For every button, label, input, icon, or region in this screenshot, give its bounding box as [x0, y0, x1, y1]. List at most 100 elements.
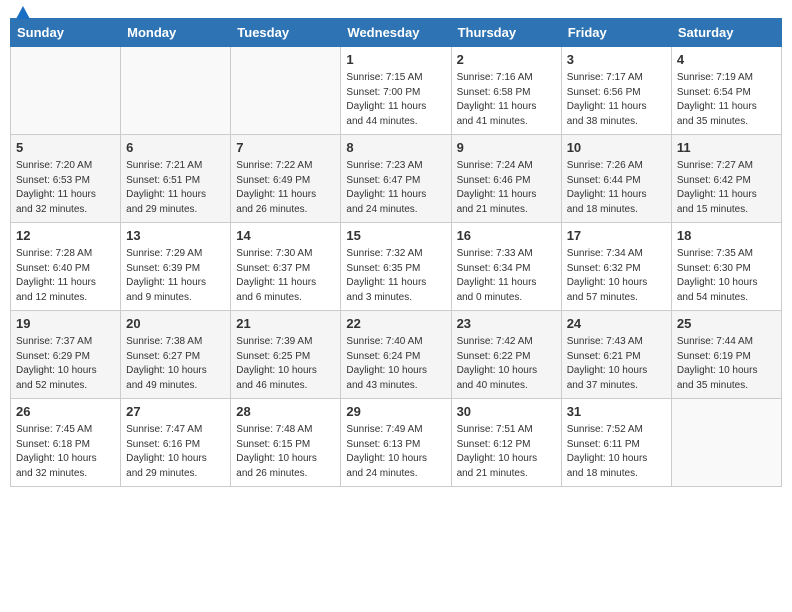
day-info: Sunrise: 7:16 AM Sunset: 6:58 PM Dayligh…: [457, 71, 556, 129]
day-info: Sunrise: 7:35 AM Sunset: 6:30 PM Dayligh…: [677, 247, 776, 305]
calendar-cell: 14 Sunrise: 7:30 AM Sunset: 6:37 PM Dayli…: [231, 223, 341, 311]
day-number: 18: [677, 227, 776, 245]
calendar-cell: 24 Sunrise: 7:43 AM Sunset: 6:21 PM Dayli…: [561, 311, 671, 399]
day-number: 10: [567, 139, 666, 157]
day-info: Sunrise: 7:15 AM Sunset: 7:00 PM Dayligh…: [346, 71, 445, 129]
day-number: 7: [236, 139, 335, 157]
calendar-cell: 16 Sunrise: 7:33 AM Sunset: 6:34 PM Dayli…: [451, 223, 561, 311]
calendar-cell: 3 Sunrise: 7:17 AM Sunset: 6:56 PM Daylig…: [561, 47, 671, 135]
day-info: Sunrise: 7:19 AM Sunset: 6:54 PM Dayligh…: [677, 71, 776, 129]
day-info: Sunrise: 7:40 AM Sunset: 6:24 PM Dayligh…: [346, 335, 445, 393]
day-info: Sunrise: 7:23 AM Sunset: 6:47 PM Dayligh…: [346, 159, 445, 217]
day-info: Sunrise: 7:49 AM Sunset: 6:13 PM Dayligh…: [346, 423, 445, 481]
calendar-cell: 20Sunrise: 7:38 AM Sunset: 6:27 PM Dayli…: [121, 311, 231, 399]
day-info: Sunrise: 7:45 AM Sunset: 6:18 PM Dayligh…: [16, 423, 115, 481]
day-info: Sunrise: 7:30 AM Sunset: 6:37 PM Dayligh…: [236, 247, 335, 305]
calendar-cell: 4Sunrise: 7:19 AM Sunset: 6:54 PM Daylig…: [671, 47, 781, 135]
day-number: 3: [567, 51, 666, 69]
day-info: Sunrise: 7:22 AM Sunset: 6:49 PM Dayligh…: [236, 159, 335, 217]
day-info: Sunrise: 7:43 AM Sunset: 6:21 PM Dayligh…: [567, 335, 666, 393]
day-info: Sunrise: 7:47 AM Sunset: 6:16 PM Dayligh…: [126, 423, 225, 481]
calendar-cell: 6 Sunrise: 7:21 AM Sunset: 6:51 PM Daylig…: [121, 135, 231, 223]
day-info: Sunrise: 7:32 AM Sunset: 6:35 PM Dayligh…: [346, 247, 445, 305]
day-info: Sunrise: 7:26 AM Sunset: 6:44 PM Dayligh…: [567, 159, 666, 217]
week-row-4: 19 Sunrise: 7:37 AM Sunset: 6:29 PM Dayli…: [11, 311, 782, 399]
calendar-cell: [671, 399, 781, 487]
col-header-friday: Friday: [561, 19, 671, 47]
calendar-cell: 28 Sunrise: 7:48 AM Sunset: 6:15 PM Dayli…: [231, 399, 341, 487]
day-number: 25: [677, 315, 776, 333]
calendar-table: SundayMondayTuesdayWednesdayThursdayFrid…: [10, 18, 782, 487]
week-row-3: 12 Sunrise: 7:28 AM Sunset: 6:40 PM Dayli…: [11, 223, 782, 311]
calendar-cell: 19 Sunrise: 7:37 AM Sunset: 6:29 PM Dayli…: [11, 311, 121, 399]
day-info: Sunrise: 7:28 AM Sunset: 6:40 PM Dayligh…: [16, 247, 115, 305]
day-number: 29: [346, 403, 445, 421]
col-header-sunday: Sunday: [11, 19, 121, 47]
calendar-cell: [231, 47, 341, 135]
calendar-cell: 1 Sunrise: 7:15 AM Sunset: 7:00 PM Daylig…: [341, 47, 451, 135]
calendar-cell: 10 Sunrise: 7:26 AM Sunset: 6:44 PM Dayli…: [561, 135, 671, 223]
day-number: 16: [457, 227, 556, 245]
calendar-cell: 13 Sunrise: 7:29 AM Sunset: 6:39 PM Dayli…: [121, 223, 231, 311]
calendar-cell: 25Sunrise: 7:44 AM Sunset: 6:19 PM Dayli…: [671, 311, 781, 399]
day-number: 11: [677, 139, 776, 157]
calendar-cell: 5 Sunrise: 7:20 AM Sunset: 6:53 PM Daylig…: [11, 135, 121, 223]
day-info: Sunrise: 7:38 AM Sunset: 6:27 PM Dayligh…: [126, 335, 225, 393]
calendar-cell: 26 Sunrise: 7:45 AM Sunset: 6:18 PM Dayli…: [11, 399, 121, 487]
week-row-1: 1 Sunrise: 7:15 AM Sunset: 7:00 PM Daylig…: [11, 47, 782, 135]
col-header-thursday: Thursday: [451, 19, 561, 47]
calendar-cell: [11, 47, 121, 135]
day-info: Sunrise: 7:20 AM Sunset: 6:53 PM Dayligh…: [16, 159, 115, 217]
day-number: 12: [16, 227, 115, 245]
day-number: 1: [346, 51, 445, 69]
day-number: 6: [126, 139, 225, 157]
day-number: 23: [457, 315, 556, 333]
calendar-cell: 29 Sunrise: 7:49 AM Sunset: 6:13 PM Dayli…: [341, 399, 451, 487]
calendar-cell: 8 Sunrise: 7:23 AM Sunset: 6:47 PM Daylig…: [341, 135, 451, 223]
calendar-cell: 31 Sunrise: 7:52 AM Sunset: 6:11 PM Dayli…: [561, 399, 671, 487]
calendar-cell: 17Sunrise: 7:34 AM Sunset: 6:32 PM Dayli…: [561, 223, 671, 311]
day-info: Sunrise: 7:37 AM Sunset: 6:29 PM Dayligh…: [16, 335, 115, 393]
calendar-cell: 2 Sunrise: 7:16 AM Sunset: 6:58 PM Daylig…: [451, 47, 561, 135]
calendar-cell: 18 Sunrise: 7:35 AM Sunset: 6:30 PM Dayli…: [671, 223, 781, 311]
calendar-cell: 11 Sunrise: 7:27 AM Sunset: 6:42 PM Dayli…: [671, 135, 781, 223]
day-number: 14: [236, 227, 335, 245]
logo-triangle-icon: [16, 6, 30, 19]
col-header-wednesday: Wednesday: [341, 19, 451, 47]
day-number: 19: [16, 315, 115, 333]
day-number: 9: [457, 139, 556, 157]
day-info: Sunrise: 7:29 AM Sunset: 6:39 PM Dayligh…: [126, 247, 225, 305]
day-number: 24: [567, 315, 666, 333]
col-header-tuesday: Tuesday: [231, 19, 341, 47]
day-number: 2: [457, 51, 556, 69]
day-number: 31: [567, 403, 666, 421]
day-number: 27: [126, 403, 225, 421]
day-info: Sunrise: 7:33 AM Sunset: 6:34 PM Dayligh…: [457, 247, 556, 305]
col-header-saturday: Saturday: [671, 19, 781, 47]
day-number: 5: [16, 139, 115, 157]
week-row-2: 5 Sunrise: 7:20 AM Sunset: 6:53 PM Daylig…: [11, 135, 782, 223]
day-number: 26: [16, 403, 115, 421]
calendar-cell: 15Sunrise: 7:32 AM Sunset: 6:35 PM Dayli…: [341, 223, 451, 311]
week-row-5: 26 Sunrise: 7:45 AM Sunset: 6:18 PM Dayli…: [11, 399, 782, 487]
calendar-cell: 22 Sunrise: 7:40 AM Sunset: 6:24 PM Dayli…: [341, 311, 451, 399]
day-info: Sunrise: 7:52 AM Sunset: 6:11 PM Dayligh…: [567, 423, 666, 481]
day-number: 8: [346, 139, 445, 157]
calendar-cell: 21 Sunrise: 7:39 AM Sunset: 6:25 PM Dayli…: [231, 311, 341, 399]
calendar-cell: 30Sunrise: 7:51 AM Sunset: 6:12 PM Dayli…: [451, 399, 561, 487]
day-number: 22: [346, 315, 445, 333]
day-number: 30: [457, 403, 556, 421]
day-info: Sunrise: 7:39 AM Sunset: 6:25 PM Dayligh…: [236, 335, 335, 393]
day-info: Sunrise: 7:27 AM Sunset: 6:42 PM Dayligh…: [677, 159, 776, 217]
day-info: Sunrise: 7:42 AM Sunset: 6:22 PM Dayligh…: [457, 335, 556, 393]
day-info: Sunrise: 7:17 AM Sunset: 6:56 PM Dayligh…: [567, 71, 666, 129]
day-info: Sunrise: 7:48 AM Sunset: 6:15 PM Dayligh…: [236, 423, 335, 481]
day-info: Sunrise: 7:24 AM Sunset: 6:46 PM Dayligh…: [457, 159, 556, 217]
col-header-monday: Monday: [121, 19, 231, 47]
day-info: Sunrise: 7:21 AM Sunset: 6:51 PM Dayligh…: [126, 159, 225, 217]
day-number: 13: [126, 227, 225, 245]
calendar-cell: 9 Sunrise: 7:24 AM Sunset: 6:46 PM Daylig…: [451, 135, 561, 223]
day-number: 28: [236, 403, 335, 421]
day-number: 21: [236, 315, 335, 333]
calendar-cell: 27 Sunrise: 7:47 AM Sunset: 6:16 PM Dayli…: [121, 399, 231, 487]
